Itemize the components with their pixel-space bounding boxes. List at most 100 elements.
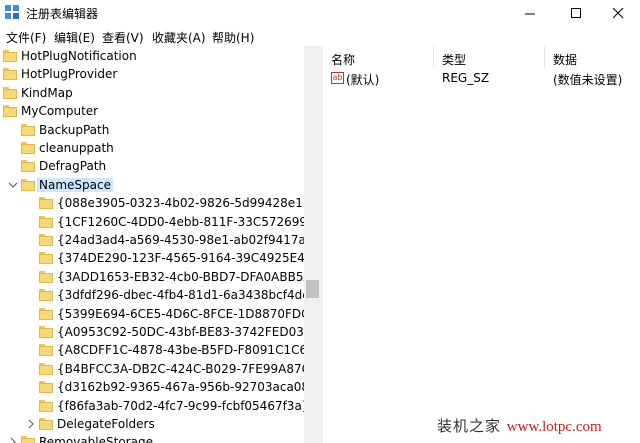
tree-item-label: {3dfdf296-dbec-4fb4-81d1-6a3438bcf4de} — [57, 288, 304, 303]
tree-item-label: DelegateFolders — [57, 417, 155, 431]
tree-scrollbar-thumb[interactable] — [306, 280, 319, 298]
tree-item[interactable]: HotPlugNotification — [0, 48, 304, 66]
tree-item[interactable]: {1CF1260C-4DD0-4ebb-811F-33C572699FDE} — [0, 214, 304, 232]
chevron-right-icon[interactable] — [8, 437, 18, 443]
folder-icon — [3, 50, 17, 62]
tree-item-label: {f86fa3ab-70d2-4fc7-9c99-fcbf05467f3a} — [57, 398, 304, 413]
tree-item[interactable]: {3ADD1653-EB32-4cb0-BBD7-DFA0ABB5ACCA} — [0, 269, 304, 287]
close-icon — [612, 7, 623, 18]
tree-item-label: {374DE290-123F-4565-9164-39C4925E467B} — [57, 251, 304, 266]
tree-item-label: KindMap — [21, 85, 73, 100]
folder-icon — [21, 160, 35, 173]
tree-item-label: {B4BFCC3A-DB2C-424C-B029-7FE99A87C641} — [57, 361, 304, 376]
window-title: 注册表编辑器 — [26, 7, 99, 21]
tree-item-label: DefragPath — [39, 159, 107, 174]
tree-item-label: {3ADD1653-EB32-4cb0-BBD7-DFA0ABB5ACCA} — [57, 269, 304, 284]
maximize-button[interactable] — [554, 0, 598, 26]
value-row[interactable]: ab (默认) REG_SZ (数值未设置) — [323, 69, 640, 87]
tree-item[interactable]: {A8CDFF1C-4878-43be-B5FD-F8091C1C60D0} — [0, 342, 304, 360]
folder-icon — [39, 270, 53, 283]
folder-icon — [39, 289, 53, 302]
folder-icon — [39, 252, 53, 265]
chevron-right-icon[interactable] — [26, 419, 36, 429]
folder-icon — [39, 418, 53, 430]
tree-item-label: {A0953C92-50DC-43bf-BE83-3742FED03C9C} — [57, 325, 304, 339]
values-list: 名称 类型 数据 ab (默认) REG_SZ (数值未设置) — [323, 46, 640, 443]
regedit-app-icon — [5, 5, 19, 19]
column-header-data[interactable]: 数据 — [545, 46, 640, 68]
menu-bar: 文件(F) 编辑(E) 查看(V) 收藏夹(A) 帮助(H) — [0, 26, 640, 47]
minimize-icon — [524, 13, 535, 14]
tree-item[interactable]: {d3162b92-9365-467a-956b-92703aca08af} — [0, 379, 304, 397]
menu-view[interactable]: 查看(V) — [102, 29, 144, 46]
title-bar: 注册表编辑器 — [0, 0, 640, 26]
menu-help[interactable]: 帮助(H) — [212, 29, 254, 46]
folder-icon — [21, 178, 35, 191]
folder-icon — [39, 326, 53, 338]
tree-item[interactable]: DelegateFolders — [0, 416, 304, 434]
column-data-label: 数据 — [553, 53, 578, 67]
tree-item[interactable]: {24ad3ad4-a569-4530-98e1-ab02f9417aa8} — [0, 232, 304, 250]
tree-item-label: HotPlugNotification — [21, 49, 137, 63]
tree-item[interactable]: RemovableStorage — [0, 434, 304, 443]
menu-favorites[interactable]: 收藏夹(A) — [152, 29, 206, 46]
tree-item-label: {A8CDFF1C-4878-43be-B5FD-F8091C1C60D0} — [57, 343, 304, 358]
column-type-label: 类型 — [442, 53, 467, 67]
folder-icon — [3, 68, 17, 81]
tree-item[interactable]: KindMap — [0, 85, 304, 103]
folder-icon — [39, 344, 53, 357]
menu-file[interactable]: 文件(F) — [6, 29, 46, 46]
folder-icon — [39, 399, 53, 412]
maximize-icon — [570, 7, 581, 18]
tree-item-label: {d3162b92-9365-467a-956b-92703aca08af} — [57, 380, 304, 395]
value-name: (默认) — [346, 73, 380, 87]
tree-item-label: {1CF1260C-4DD0-4ebb-811F-33C572699FDE} — [57, 214, 304, 229]
tree-item-label: RemovableStorage — [39, 435, 153, 443]
tree-item-label: {088e3905-0323-4b02-9826-5d99428e115f} — [57, 196, 304, 211]
folder-icon — [39, 381, 53, 394]
tree-item[interactable]: {3dfdf296-dbec-4fb4-81d1-6a3438bcf4de} — [0, 287, 304, 305]
tree-item-label: HotPlugProvider — [21, 67, 118, 82]
folder-icon — [3, 105, 17, 118]
tree-item[interactable]: BackupPath — [0, 122, 304, 140]
close-button[interactable] — [596, 0, 640, 26]
minimize-button[interactable] — [508, 0, 552, 26]
column-header-type[interactable]: 类型 — [434, 46, 545, 68]
folder-icon — [21, 436, 35, 443]
menu-edit[interactable]: 编辑(E) — [54, 29, 95, 46]
watermark: 装机之家 www.lotpc.com — [437, 415, 602, 436]
folder-icon — [21, 142, 35, 154]
tree-item[interactable]: {B4BFCC3A-DB2C-424C-B029-7FE99A87C641} — [0, 361, 304, 379]
tree-item[interactable]: {5399E694-6CE5-4D6C-8FCE-1D8870FDCBA0} — [0, 306, 304, 324]
string-value-icon: ab — [331, 72, 344, 84]
tree-item-label: NameSpace — [37, 177, 113, 192]
tree-item-label: {24ad3ad4-a569-4530-98e1-ab02f9417aa8} — [57, 233, 304, 247]
tree-item[interactable]: {088e3905-0323-4b02-9826-5d99428e115f} — [0, 195, 304, 213]
tree-item[interactable]: DefragPath — [0, 158, 304, 176]
column-header-name[interactable]: 名称 — [323, 46, 434, 68]
chevron-down-icon[interactable] — [8, 180, 18, 190]
tree-scrollbar[interactable] — [304, 46, 321, 443]
folder-icon — [39, 215, 53, 228]
value-data: (数值未设置) — [553, 73, 623, 87]
tree-item[interactable]: MyComputer — [0, 103, 304, 121]
tree-item[interactable]: {374DE290-123F-4565-9164-39C4925E467B} — [0, 250, 304, 268]
folder-icon — [3, 86, 17, 99]
tree-item[interactable]: cleanuppath — [0, 140, 304, 158]
folder-icon — [39, 362, 53, 375]
tree-item[interactable]: HotPlugProvider — [0, 66, 304, 84]
folder-icon — [39, 307, 53, 320]
tree-item-label: cleanuppath — [39, 141, 114, 155]
tree-item[interactable]: NameSpace — [0, 177, 304, 195]
tree-item[interactable]: {f86fa3ab-70d2-4fc7-9c99-fcbf05467f3a} — [0, 398, 304, 416]
tree-item-label: {5399E694-6CE5-4D6C-8FCE-1D8870FDCBA0} — [57, 306, 304, 321]
tree-item-label: MyComputer — [21, 104, 99, 119]
watermark-url: www.lotpc.com — [506, 419, 602, 435]
column-name-label: 名称 — [331, 53, 356, 67]
folder-icon — [39, 234, 53, 246]
registry-tree[interactable]: HotPlugNotification HotPlugProvider KindMa… — [0, 46, 304, 443]
tree-item[interactable]: {A0953C92-50DC-43bf-BE83-3742FED03C9C} — [0, 324, 304, 342]
watermark-cn: 装机之家 — [437, 417, 502, 435]
tree-item-label: BackupPath — [39, 122, 110, 137]
value-type: REG_SZ — [442, 71, 490, 85]
